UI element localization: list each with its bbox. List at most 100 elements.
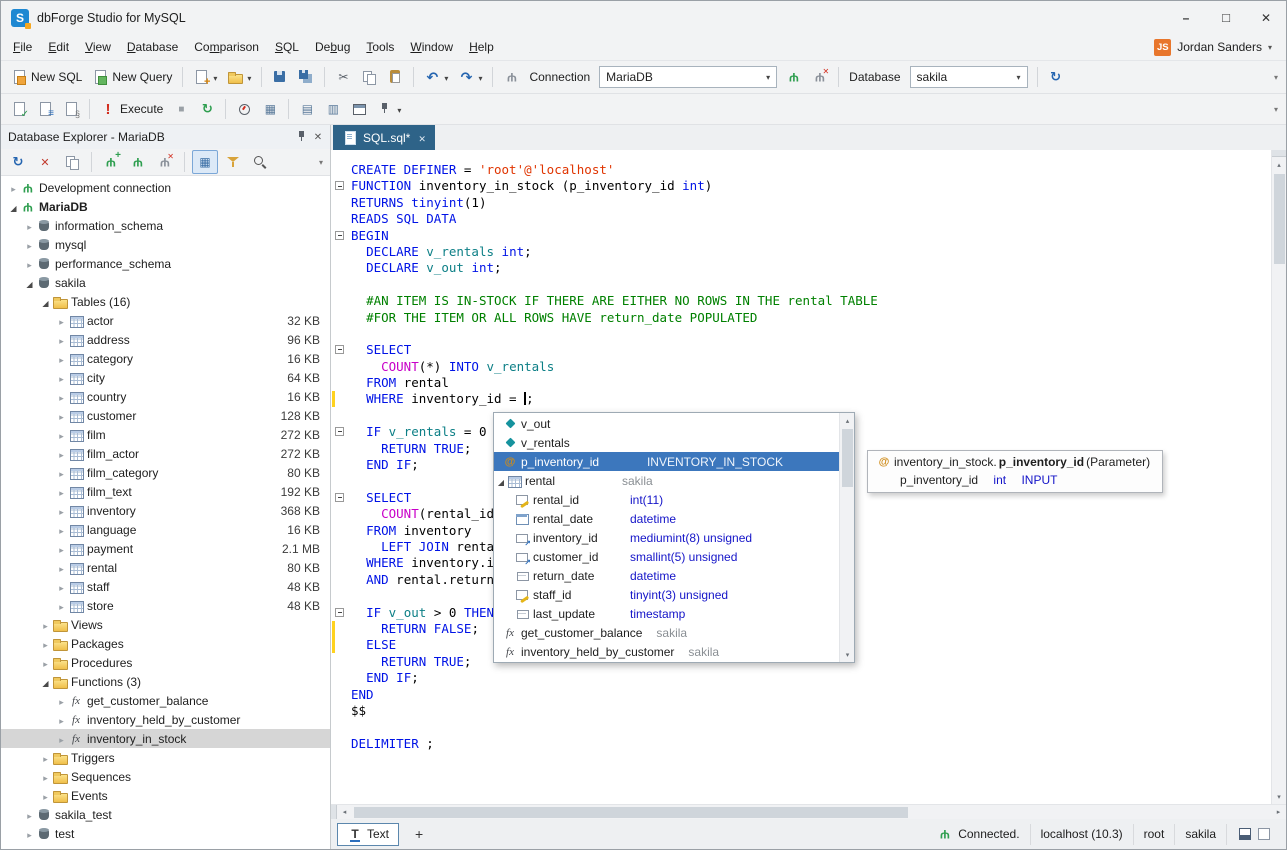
undo-button[interactable] <box>420 66 452 88</box>
copy-button[interactable] <box>357 66 381 88</box>
tree-item-test[interactable]: test <box>1 824 330 843</box>
chevron-down-icon[interactable] <box>760 67 776 87</box>
save-all-button[interactable] <box>294 66 318 88</box>
tree-item-actor[interactable]: actor32 KB <box>1 311 330 330</box>
chevron-down-icon[interactable] <box>444 70 448 84</box>
tree-item-customer[interactable]: customer128 KB <box>1 406 330 425</box>
splitter-handle[interactable] <box>1272 150 1286 157</box>
query-profiler-button[interactable] <box>232 98 256 120</box>
snippets-button[interactable] <box>59 98 83 120</box>
menu-item-tools[interactable]: Tools <box>358 36 402 58</box>
tree-item-rental[interactable]: rental80 KB <box>1 558 330 577</box>
tree-item-payment[interactable]: payment2.1 MB <box>1 539 330 558</box>
scroll-up-icon[interactable] <box>840 413 855 428</box>
fold-toggle-icon[interactable] <box>335 181 344 190</box>
tree-item-category[interactable]: category16 KB <box>1 349 330 368</box>
tree-item-language[interactable]: language16 KB <box>1 520 330 539</box>
fold-toggle-icon[interactable] <box>335 608 344 617</box>
tree-item-sakila[interactable]: sakila <box>1 273 330 292</box>
new-query-button[interactable]: New Query <box>88 66 176 88</box>
expanded-arrow-icon[interactable] <box>39 295 52 309</box>
tab-close-icon[interactable] <box>418 131 426 145</box>
collapsed-arrow-icon[interactable] <box>7 181 20 195</box>
expanded-arrow-icon[interactable] <box>7 200 20 214</box>
tree-item-get-customer-balance[interactable]: get_customer_balance <box>1 691 330 710</box>
completion-item-inventory-id[interactable]: inventory_idmediumint(8) unsigned <box>494 528 839 547</box>
completion-item-rental[interactable]: rentalsakila <box>494 471 839 490</box>
new-sql-button[interactable]: New SQL <box>7 66 86 88</box>
format-sql-button[interactable] <box>33 98 57 120</box>
explorer-disconnect-button[interactable] <box>153 151 177 173</box>
toolbar-overflow-icon[interactable] <box>1274 105 1280 114</box>
collapsed-arrow-icon[interactable] <box>55 713 68 727</box>
open-file-button[interactable] <box>223 66 255 88</box>
tree-item-performance-schema[interactable]: performance_schema <box>1 254 330 273</box>
menu-item-view[interactable]: View <box>77 36 119 58</box>
completion-item-last-update[interactable]: last_updatetimestamp <box>494 604 839 623</box>
tree-item-mariadb[interactable]: MariaDB <box>1 197 330 216</box>
collapsed-arrow-icon[interactable] <box>55 447 68 461</box>
scroll-down-icon[interactable] <box>840 647 855 662</box>
menu-item-database[interactable]: Database <box>119 36 186 58</box>
tree-item-triggers[interactable]: Triggers <box>1 748 330 767</box>
code-line[interactable]: CREATE DEFINER = 'root'@'localhost' <box>331 162 1271 178</box>
menu-item-file[interactable]: File <box>5 36 40 58</box>
explorer-connect-button[interactable] <box>126 151 150 173</box>
code-line[interactable] <box>331 277 1271 293</box>
scroll-right-icon[interactable] <box>1271 805 1286 820</box>
chevron-down-icon[interactable] <box>247 70 251 84</box>
collapsed-arrow-icon[interactable] <box>23 238 36 252</box>
chevron-down-icon[interactable] <box>1011 67 1027 87</box>
chevron-down-icon[interactable] <box>478 70 482 84</box>
completion-item-staff-id[interactable]: staff_idtinyint(3) unsigned <box>494 585 839 604</box>
collapsed-arrow-icon[interactable] <box>39 656 52 670</box>
pin-icon[interactable] <box>294 129 310 145</box>
show-system-objects-button[interactable] <box>192 150 218 174</box>
tree-item-staff[interactable]: staff48 KB <box>1 577 330 596</box>
tree-item-film[interactable]: film272 KB <box>1 425 330 444</box>
tree-item-film-category[interactable]: film_category80 KB <box>1 463 330 482</box>
status-database[interactable]: sakila <box>1174 824 1226 845</box>
editor-hscrollbar[interactable] <box>331 804 1286 819</box>
expanded-arrow-icon[interactable] <box>39 675 52 689</box>
menu-item-window[interactable]: Window <box>402 36 461 58</box>
explorer-duplicate-button[interactable] <box>60 151 84 173</box>
code-line[interactable]: END IF; <box>331 670 1271 686</box>
code-line[interactable] <box>331 326 1271 342</box>
collapsed-arrow-icon[interactable] <box>23 827 36 841</box>
code-line[interactable]: #AN ITEM IS IN-STOCK IF THERE ARE EITHER… <box>331 293 1271 309</box>
collapsed-arrow-icon[interactable] <box>55 466 68 480</box>
tree-item-tables-16-[interactable]: Tables (16) <box>1 292 330 311</box>
collapsed-arrow-icon[interactable] <box>23 257 36 271</box>
tree-item-functions-3-[interactable]: Functions (3) <box>1 672 330 691</box>
expanded-arrow-icon[interactable] <box>496 474 506 488</box>
scrollbar-thumb[interactable] <box>842 429 853 487</box>
tree-item-inventory-held-by-customer[interactable]: inventory_held_by_customer <box>1 710 330 729</box>
execute-button[interactable]: Execute <box>96 98 167 120</box>
view-tab-text[interactable]: Text <box>337 823 399 846</box>
new-connection-button[interactable] <box>99 151 123 173</box>
menu-item-comparison[interactable]: Comparison <box>186 36 267 58</box>
fold-toggle-icon[interactable] <box>335 493 344 502</box>
completion-item-rental-id[interactable]: rental_idint(11) <box>494 490 839 509</box>
tree-item-mysql[interactable]: mysql <box>1 235 330 254</box>
close-panel-icon[interactable] <box>310 129 326 145</box>
collapsed-arrow-icon[interactable] <box>39 770 52 784</box>
collapsed-arrow-icon[interactable] <box>39 789 52 803</box>
scroll-up-icon[interactable] <box>1272 157 1287 172</box>
code-line[interactable]: FROM rental <box>331 375 1271 391</box>
code-line[interactable]: $$ <box>331 703 1271 719</box>
code-line[interactable]: DECLARE v_rentals int; <box>331 244 1271 260</box>
add-view-button[interactable]: + <box>411 826 427 842</box>
collapsed-arrow-icon[interactable] <box>23 808 36 822</box>
new-document-button[interactable] <box>189 66 221 88</box>
status-user[interactable]: root <box>1133 824 1175 845</box>
tree-item-events[interactable]: Events <box>1 786 330 805</box>
menu-item-edit[interactable]: Edit <box>40 36 77 58</box>
scrollbar-thumb[interactable] <box>1274 174 1285 264</box>
code-line[interactable]: BEGIN <box>331 228 1271 244</box>
close-button[interactable] <box>1246 1 1286 34</box>
menu-item-debug[interactable]: Debug <box>307 36 358 58</box>
new-window-button[interactable] <box>347 98 371 120</box>
completion-item-customer-id[interactable]: customer_idsmallint(5) unsigned <box>494 547 839 566</box>
